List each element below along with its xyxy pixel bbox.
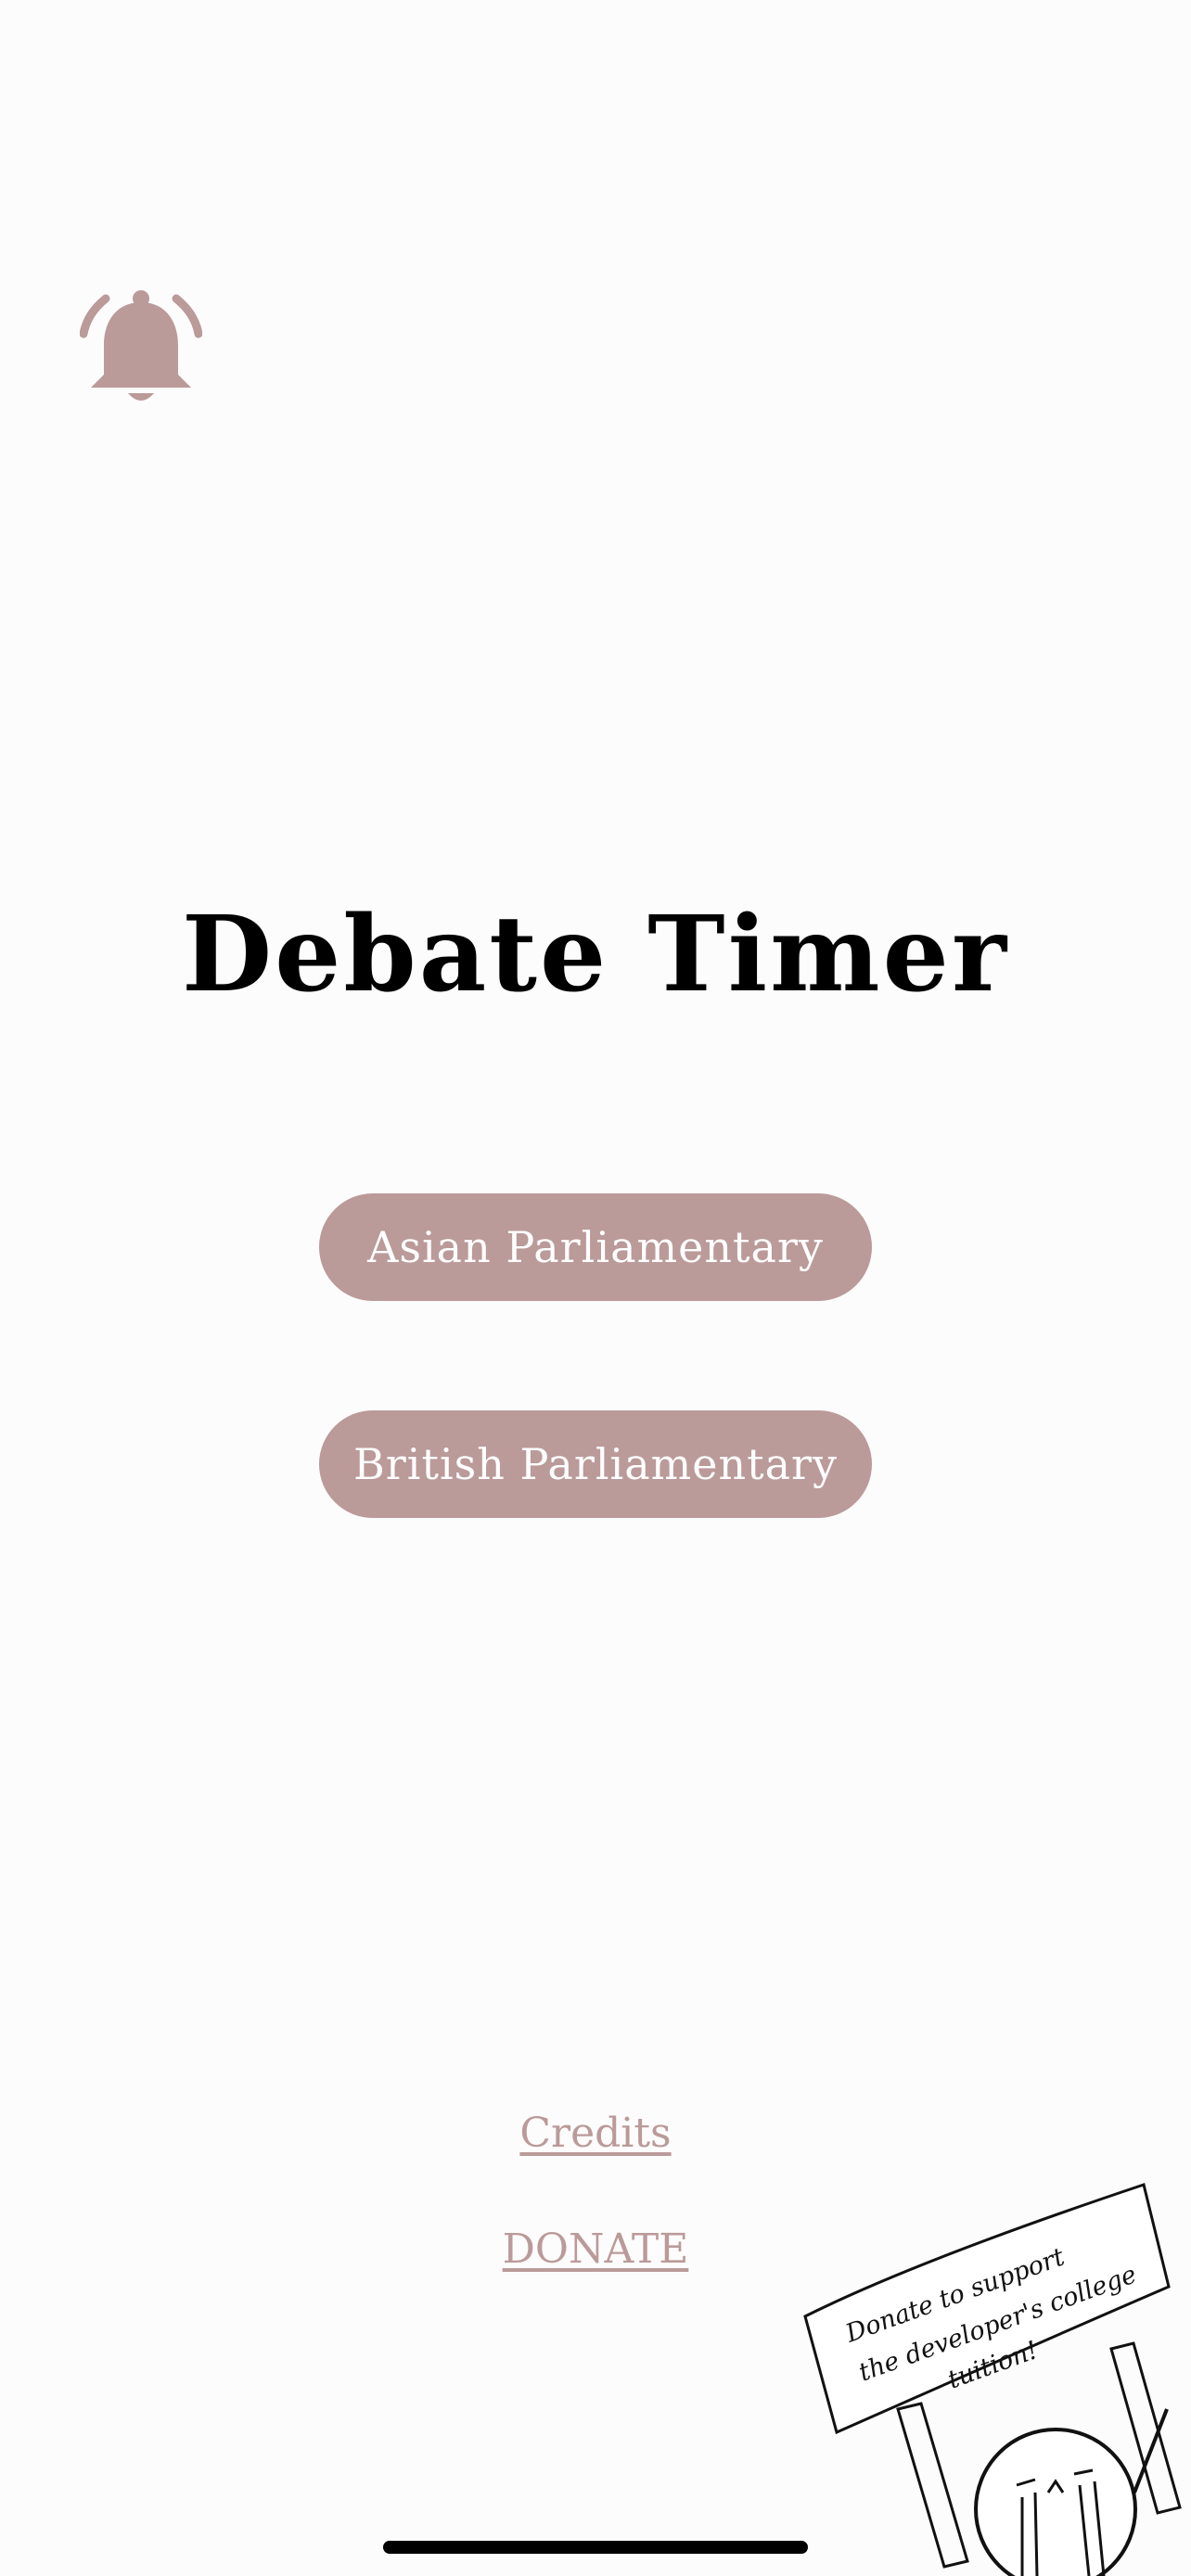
donate-illustration[interactable]: Donate to support the developer's colleg… <box>796 2177 1191 2576</box>
page-title: Debate Timer <box>182 894 1009 1015</box>
asian-parliamentary-button[interactable]: Asian Parliamentary <box>319 1193 872 1301</box>
home-indicator[interactable] <box>383 2541 808 2554</box>
credits-link[interactable]: Credits <box>0 2110 1191 2157</box>
british-parliamentary-button[interactable]: British Parliamentary <box>319 1410 872 1518</box>
bell-icon[interactable] <box>80 289 202 408</box>
